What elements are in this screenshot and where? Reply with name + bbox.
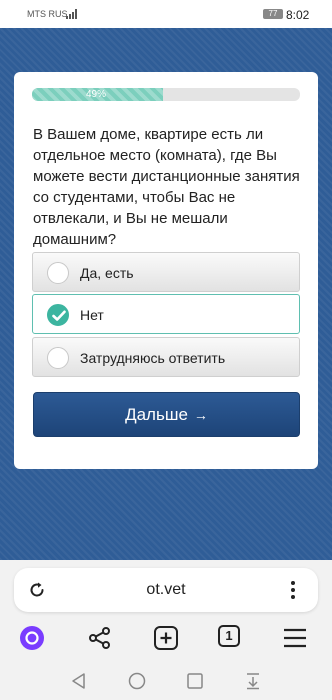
tabs-button[interactable]: 1 — [218, 625, 244, 651]
browser-chrome: ot.vet 1 — [0, 560, 332, 700]
question-text: В Вашем доме, квартире есть ли отдельное… — [33, 126, 300, 248]
progress-bar: 49% — [32, 88, 300, 101]
new-tab-icon[interactable] — [153, 625, 179, 651]
survey-card: 49% В Вашем доме, квартире есть ли отдел… — [14, 72, 318, 469]
menu-icon[interactable] — [282, 625, 308, 651]
arrow-right-icon: → — [193, 407, 208, 423]
page-background: 49% В Вашем доме, квартире есть ли отдел… — [0, 28, 332, 560]
url-text[interactable]: ot.vet — [14, 581, 318, 599]
more-vert-icon[interactable] — [290, 580, 296, 600]
next-button[interactable]: Дальше → — [33, 392, 300, 437]
status-bar: MTS RUS 77 8:02 — [0, 0, 332, 28]
option-label: Нет — [80, 307, 104, 323]
option-label: Затрудняюсь ответить — [80, 350, 226, 366]
home-icon[interactable] — [128, 672, 146, 690]
system-nav-bar — [0, 662, 332, 700]
recents-icon[interactable] — [186, 672, 204, 690]
next-button-label: Дальше — [125, 405, 188, 424]
tabs-count: 1 — [218, 625, 240, 647]
download-icon[interactable] — [244, 672, 262, 690]
address-bar[interactable]: ot.vet — [14, 568, 318, 612]
carrier-name: MTS RUS — [27, 9, 68, 19]
battery-icon: 77 — [263, 9, 283, 19]
clock: 8:02 — [286, 8, 310, 22]
option-yes[interactable]: Да, есть — [32, 252, 300, 292]
alice-assistant-icon[interactable] — [19, 625, 45, 651]
option-label: Да, есть — [80, 265, 134, 281]
progress-label: 49% — [85, 89, 106, 100]
signal-icon — [66, 9, 77, 19]
radio-checked-icon[interactable] — [47, 304, 69, 326]
browser-toolbar: 1 — [0, 620, 332, 656]
back-icon[interactable] — [70, 672, 88, 690]
radio-unchecked-icon[interactable] — [47, 347, 69, 369]
radio-unchecked-icon[interactable] — [47, 262, 69, 284]
option-unsure[interactable]: Затрудняюсь ответить — [32, 337, 300, 377]
option-no[interactable]: Нет — [32, 294, 300, 334]
share-icon[interactable] — [87, 625, 113, 651]
